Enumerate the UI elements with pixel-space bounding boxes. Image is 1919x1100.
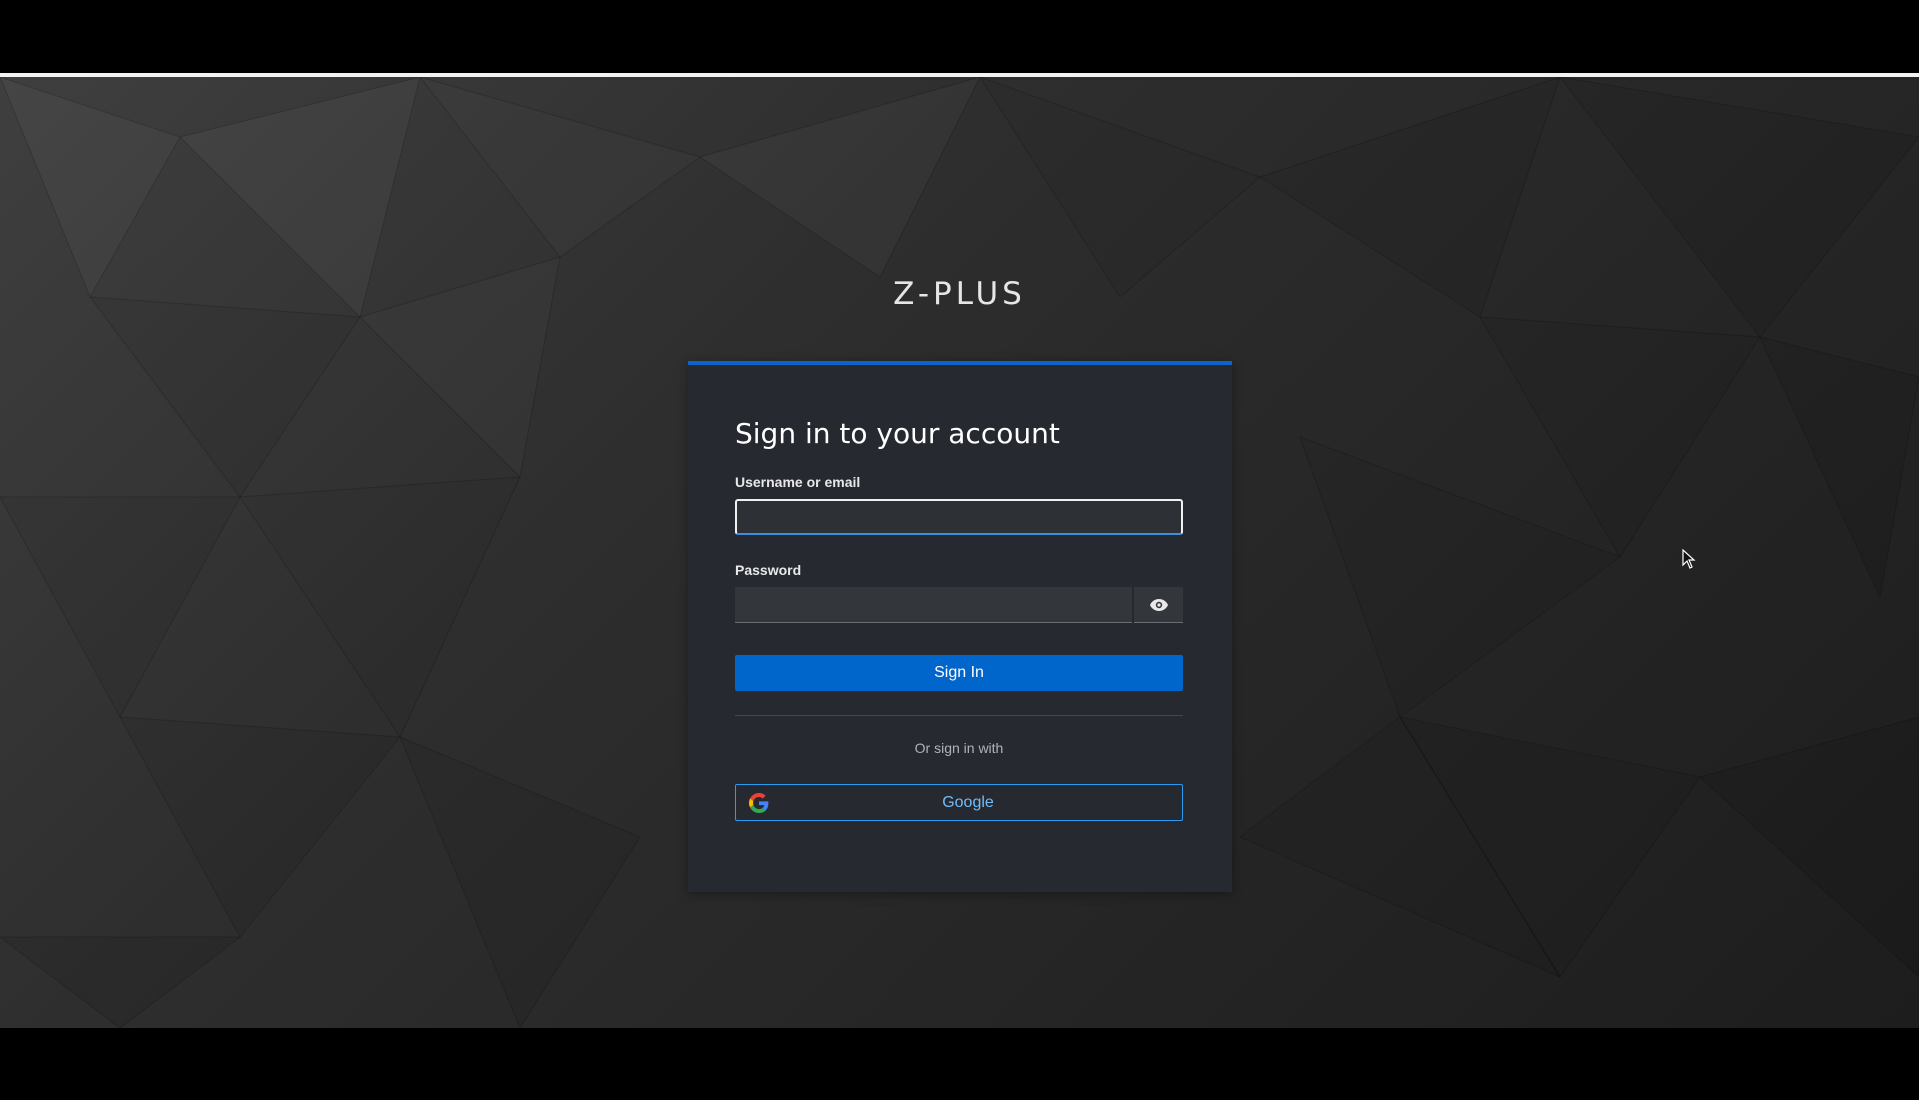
brand-logo-text: Z-PLUS bbox=[893, 276, 1026, 312]
google-button-label: Google bbox=[942, 794, 994, 811]
alt-signin-text: Or sign in with bbox=[914, 740, 1004, 756]
bottom-black-bar bbox=[0, 1028, 1919, 1100]
sign-in-button[interactable]: Sign In bbox=[735, 655, 1183, 691]
divider bbox=[735, 715, 1183, 716]
google-signin-button[interactable]: Google bbox=[735, 784, 1183, 821]
show-password-button[interactable] bbox=[1134, 587, 1183, 623]
login-title: Sign in to your account bbox=[735, 417, 1060, 450]
password-input[interactable] bbox=[735, 587, 1132, 623]
password-label: Password bbox=[735, 562, 802, 578]
top-black-bar bbox=[0, 0, 1919, 73]
username-input[interactable] bbox=[735, 499, 1183, 535]
mouse-pointer-icon bbox=[1682, 549, 1696, 569]
username-label: Username or email bbox=[735, 474, 861, 490]
eye-icon bbox=[1149, 598, 1168, 611]
login-card: Sign in to your account Username or emai… bbox=[688, 361, 1232, 892]
